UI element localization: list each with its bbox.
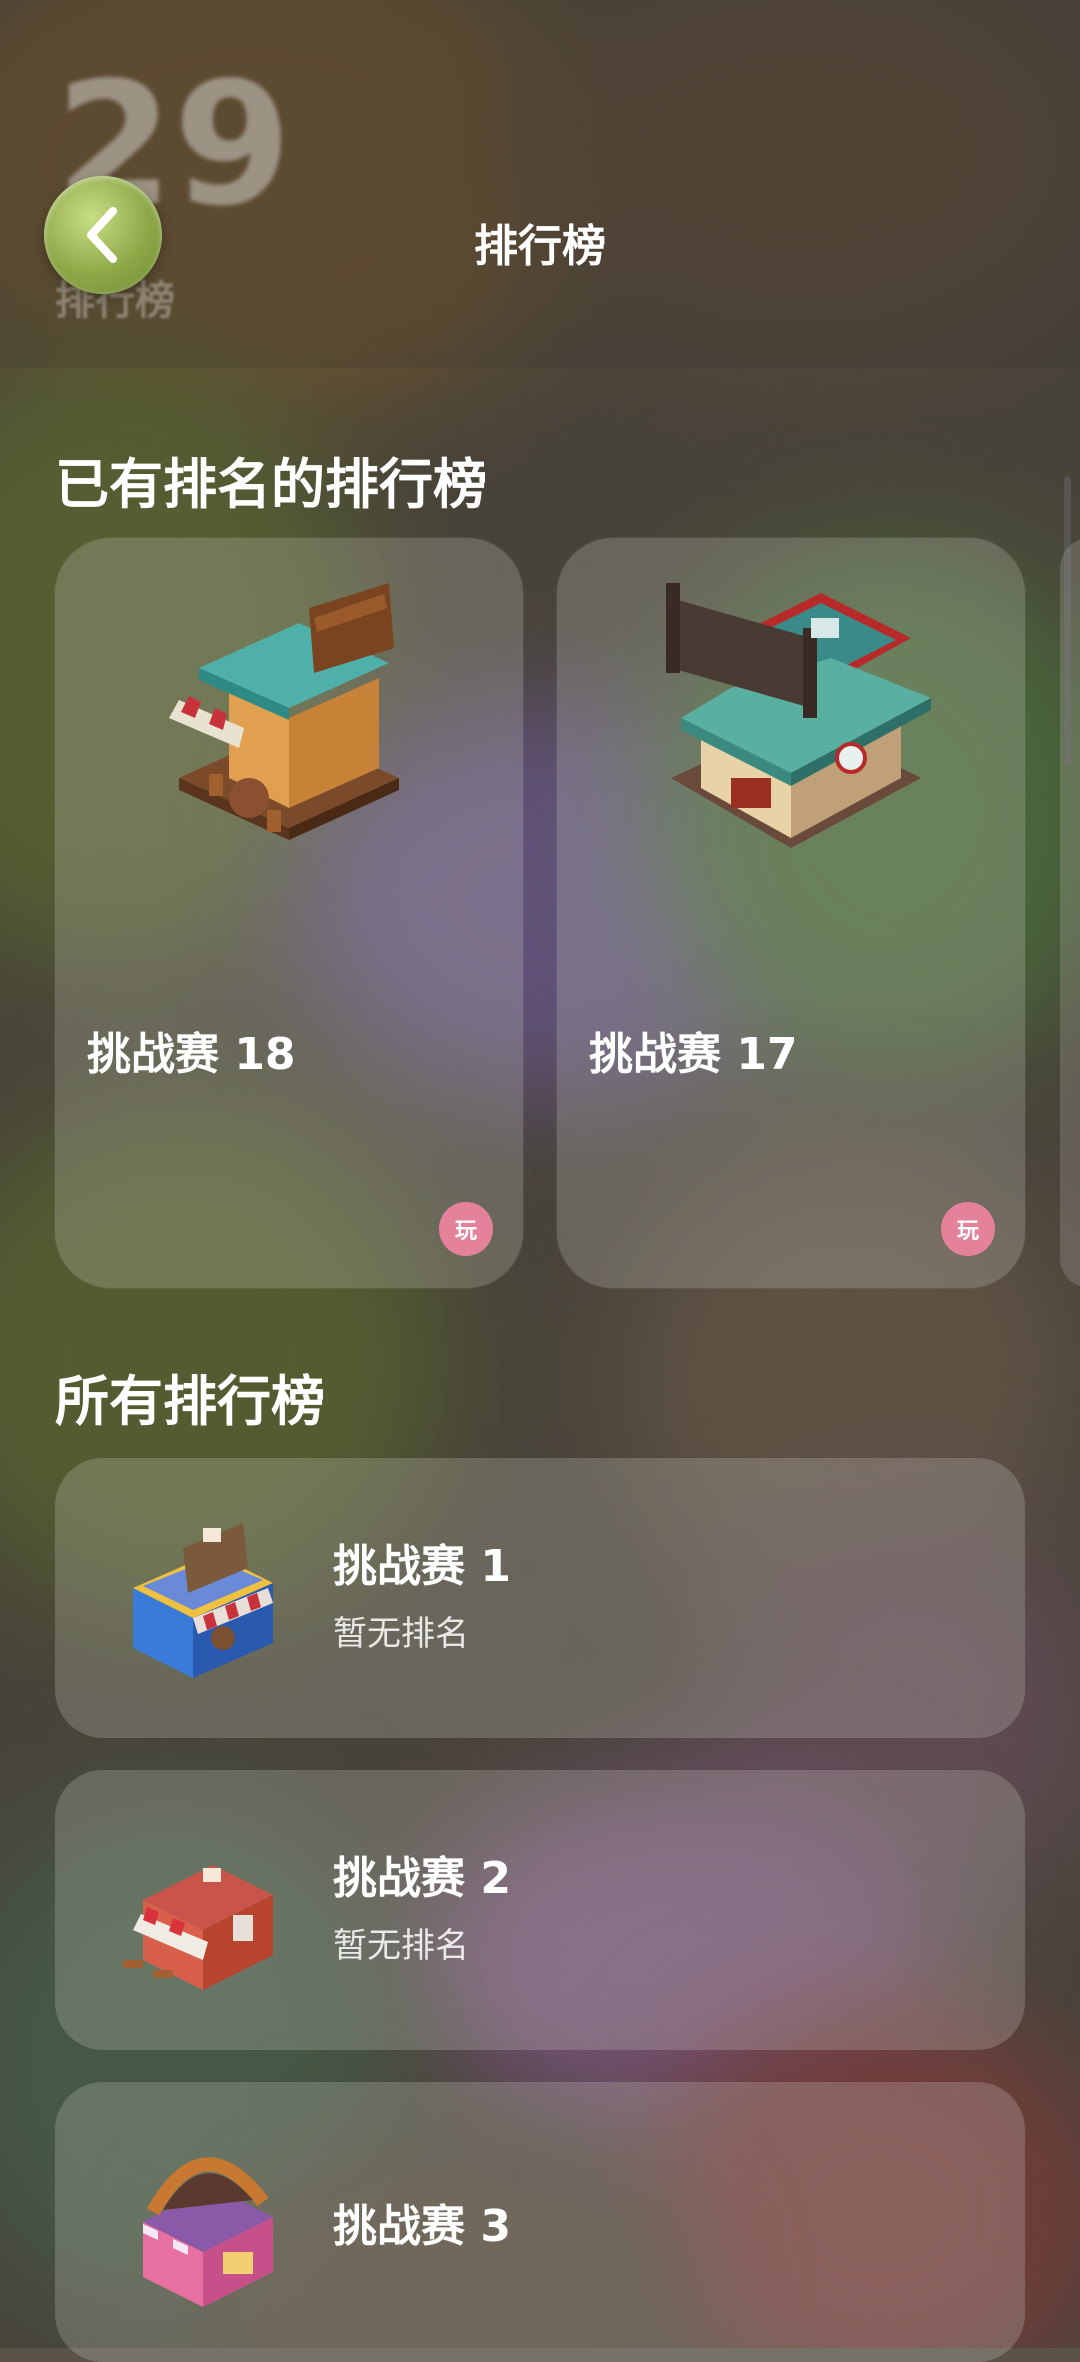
food-stall-icon <box>169 583 399 840</box>
page-title: 排行榜 <box>474 221 606 272</box>
leaderboard-card-18[interactable]: 挑战赛 18 玩 <box>55 538 523 1288</box>
pink-shop-icon <box>143 2157 273 2307</box>
leaderboard-row-2[interactable]: 挑战赛 2 暂无排名 <box>55 1770 1025 2050</box>
card-title: 挑战赛 18 <box>87 1029 296 1080</box>
leaderboard-card-17[interactable]: 挑战赛 17 玩 <box>557 538 1025 1288</box>
card-title: 挑战赛 17 <box>589 1029 798 1080</box>
play-badge: 玩 <box>941 1202 995 1256</box>
leaderboard-row-3[interactable]: 挑战赛 3 <box>55 2082 1025 2362</box>
ranked-section-title: 已有排名的排行榜 <box>55 453 487 516</box>
tea-house-icon <box>666 583 931 848</box>
play-badge: 玩 <box>439 1202 493 1256</box>
blue-shop-icon <box>133 1523 273 1678</box>
row-title: 挑战赛 3 <box>333 2201 511 2252</box>
header-bar: 29 排行榜 排行榜 <box>0 0 1080 368</box>
leaderboard-row-1[interactable]: 挑战赛 1 暂无排名 <box>55 1458 1025 1738</box>
next-card-peek[interactable] <box>1060 538 1080 1288</box>
row-status: 暂无排名 <box>333 1926 469 1966</box>
all-section-title: 所有排行榜 <box>55 1370 325 1433</box>
row-title: 挑战赛 1 <box>333 1541 511 1592</box>
red-shop-icon <box>123 1865 273 1990</box>
row-status: 暂无排名 <box>333 1614 469 1654</box>
row-title: 挑战赛 2 <box>333 1853 511 1904</box>
